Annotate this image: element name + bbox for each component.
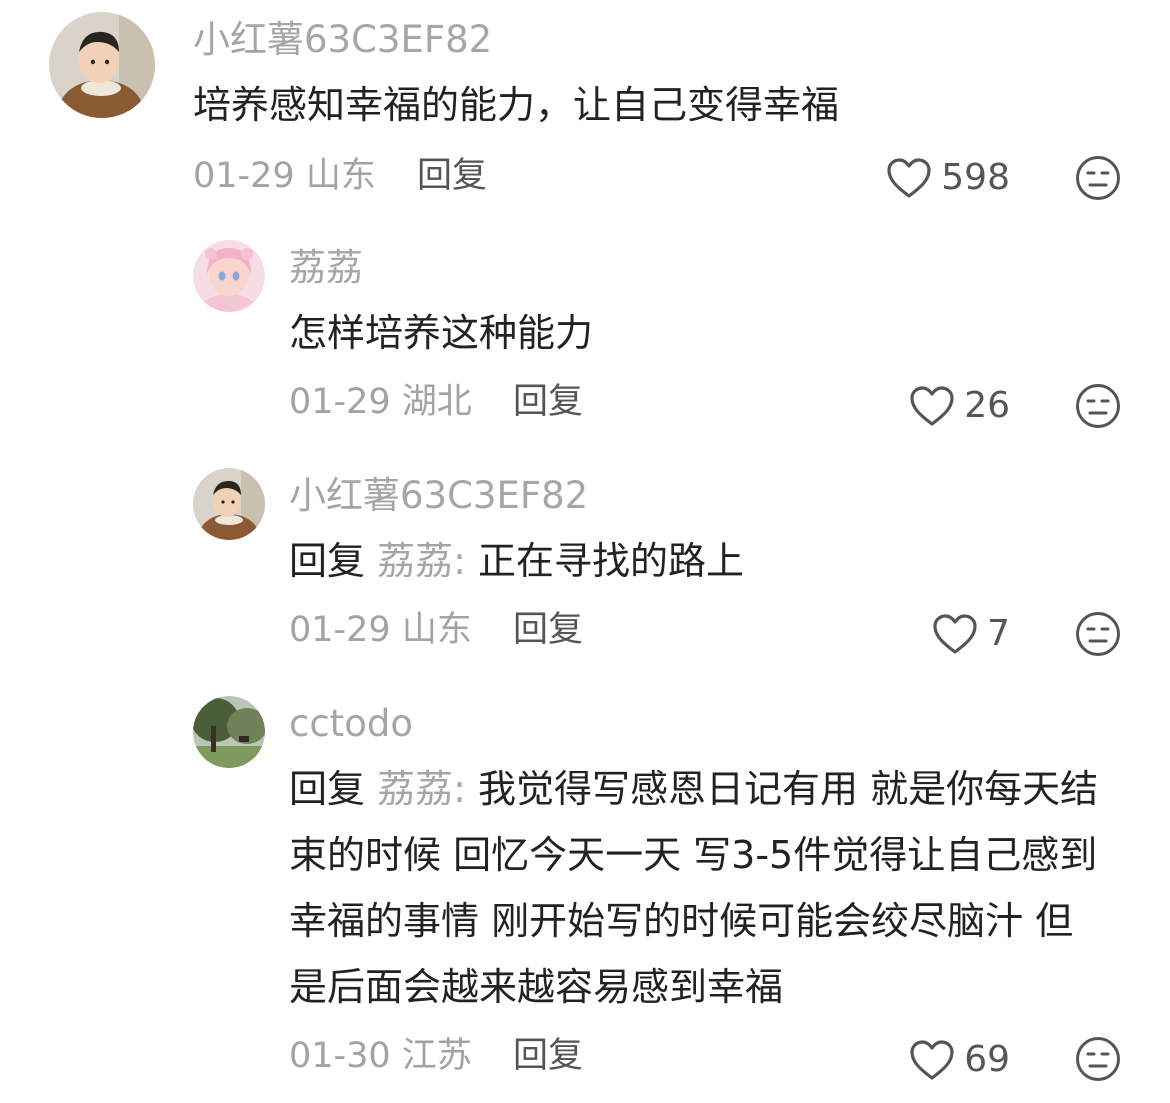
comment-item: 小红薯63C3EF82 培养感知幸福的能力，让自己变得幸福 01-29 山东 回… (0, 0, 1170, 220)
comment-location: 山东 (305, 156, 376, 196)
like-button[interactable]: 598 (885, 154, 1010, 202)
like-count: 7 (987, 613, 1010, 654)
reply-button[interactable]: 回复 (513, 610, 583, 650)
reply-target[interactable]: 荔荔: (377, 767, 466, 811)
tree-landscape-avatar-icon (193, 696, 265, 768)
comment-date: 01-29 (193, 156, 295, 196)
comment-body: 培养感知幸福的能力，让自己变得幸福 (193, 83, 840, 127)
comment-location: 湖北 (401, 382, 472, 422)
avatar[interactable] (49, 12, 155, 118)
avatar[interactable] (193, 696, 265, 768)
neutral-face-icon (1076, 156, 1120, 200)
comment-meta: 01-30 江苏 回复 (289, 1034, 583, 1078)
like-count: 69 (964, 1039, 1010, 1080)
comment-meta: 01-29 湖北 回复 (289, 380, 583, 424)
comment-body: 怎样培养这种能力 (289, 311, 594, 355)
neutral-face-icon (1076, 384, 1120, 428)
reply-button[interactable]: 回复 (513, 1036, 583, 1076)
like-button[interactable]: 7 (931, 610, 1010, 658)
comment-text: 培养感知幸福的能力，让自己变得幸福 (193, 72, 1013, 138)
dislike-button[interactable] (1075, 155, 1121, 201)
dislike-button[interactable] (1075, 1036, 1121, 1082)
like-button[interactable]: 69 (908, 1036, 1010, 1084)
comment-meta: 01-29 山东 回复 (289, 608, 583, 652)
username[interactable]: 荔荔 (289, 246, 363, 290)
reply-prefix: 回复 (289, 767, 366, 811)
anime-girl-avatar-icon (193, 240, 265, 312)
comment-date: 01-29 (289, 382, 391, 422)
heart-outline-icon (887, 158, 931, 198)
heart-outline-icon (910, 386, 954, 426)
like-count: 26 (964, 385, 1010, 426)
like-button[interactable]: 26 (908, 382, 1010, 430)
boy-avatar-icon (193, 468, 265, 540)
avatar[interactable] (193, 468, 265, 540)
comment-text: 怎样培养这种能力 (289, 300, 1109, 366)
username[interactable]: 小红薯63C3EF82 (289, 474, 588, 518)
neutral-face-icon (1076, 612, 1120, 656)
comment-date: 01-30 (289, 1036, 391, 1076)
comment-date: 01-29 (289, 610, 391, 650)
comment-body: 正在寻找的路上 (478, 539, 745, 583)
comment-text: 回复 荔荔: 正在寻找的路上 (289, 528, 1109, 594)
reply-prefix: 回复 (289, 539, 366, 583)
comment-meta: 01-29 山东 回复 (193, 154, 487, 198)
reply-button[interactable]: 回复 (417, 156, 487, 196)
reply-item: 荔荔 怎样培养这种能力 01-29 湖北 回复 26 (0, 228, 1170, 448)
reply-target[interactable]: 荔荔: (377, 539, 466, 583)
reply-item: 小红薯63C3EF82 回复 荔荔: 正在寻找的路上 01-29 山东 回复 7 (0, 456, 1170, 676)
comment-text: 回复 荔荔: 我觉得写感恩日记有用 就是你每天结束的时候 回忆今天一天 写3-5… (289, 756, 1104, 1020)
comment-location: 山东 (401, 610, 472, 650)
dislike-button[interactable] (1075, 611, 1121, 657)
dislike-button[interactable] (1075, 383, 1121, 429)
like-count: 598 (941, 157, 1010, 198)
boy-avatar-icon (49, 12, 155, 118)
username[interactable]: cctodo (289, 702, 413, 746)
reply-item: cctodo 回复 荔荔: 我觉得写感恩日记有用 就是你每天结束的时候 回忆今天… (0, 684, 1170, 1103)
reply-button[interactable]: 回复 (513, 382, 583, 422)
heart-outline-icon (910, 1040, 954, 1080)
neutral-face-icon (1076, 1037, 1120, 1081)
username[interactable]: 小红薯63C3EF82 (193, 18, 492, 62)
heart-outline-icon (933, 614, 977, 654)
comment-location: 江苏 (401, 1036, 472, 1076)
avatar[interactable] (193, 240, 265, 312)
